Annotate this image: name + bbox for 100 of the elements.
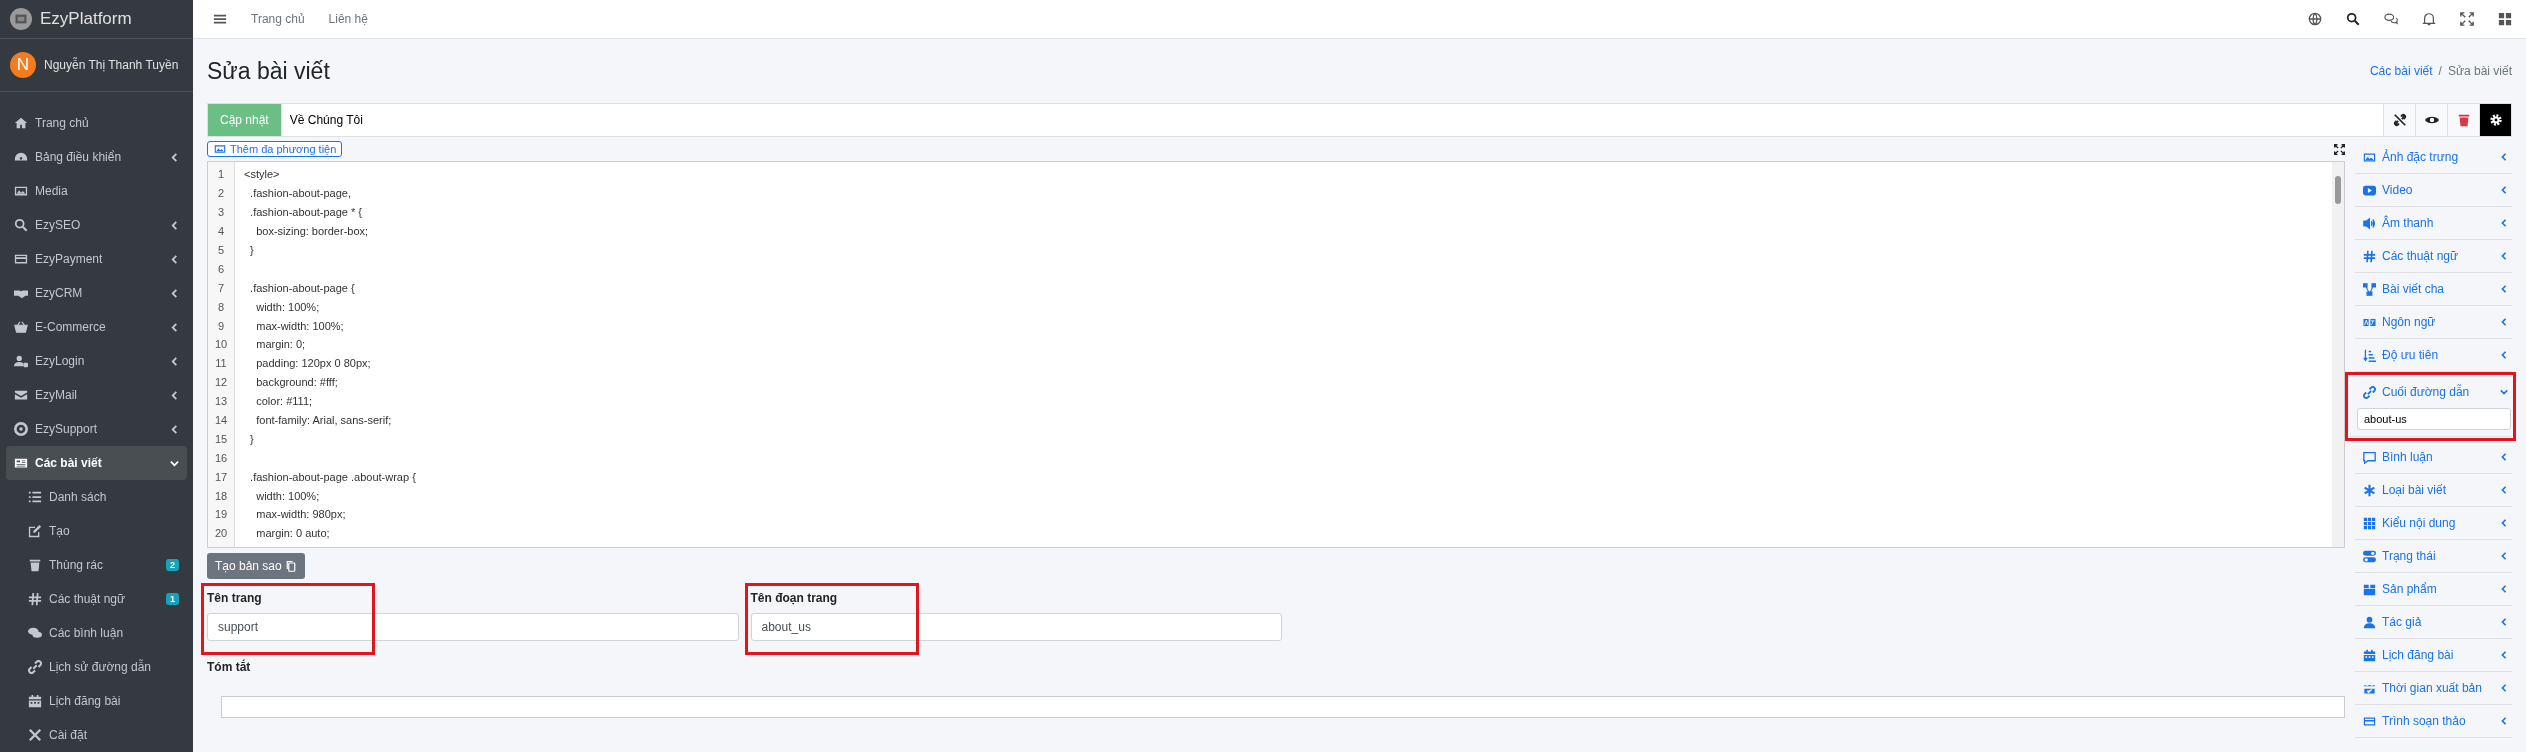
submenu-item[interactable]: Lịch sử đường dẫn [6, 650, 187, 684]
nav-link[interactable]: Liên hệ [328, 12, 368, 26]
text-field[interactable]: about_us [750, 613, 1282, 641]
credit-card-icon [14, 252, 28, 266]
globe-icon[interactable] [2308, 12, 2322, 26]
code-line: .fashion-about-page { [249, 281, 355, 294]
code-line: .fashion-about-page * { [249, 206, 363, 219]
line-number: 12 [213, 376, 229, 389]
bell-icon[interactable] [2422, 12, 2436, 26]
panel-section[interactable]: Tác giả [2355, 606, 2512, 638]
code-line: .fashion-about-page .about-wrap { [249, 470, 416, 483]
panel-section[interactable]: Các thuật ngữ [2355, 240, 2512, 272]
submenu-item[interactable]: Cài đặt [6, 718, 187, 752]
unlink-button[interactable] [2384, 103, 2416, 137]
credit-card-icon [2363, 714, 2376, 728]
text-field[interactable]: support [207, 613, 739, 641]
sidebar-item[interactable]: Trang chủ [6, 106, 187, 140]
image-icon [14, 184, 28, 198]
menu-icon[interactable] [213, 12, 227, 26]
panel-section[interactable]: Trình soạn thảo [2355, 705, 2512, 737]
code-line: <style> [243, 168, 280, 181]
panel-section[interactable]: Sản phẩm [2355, 573, 2512, 605]
submenu-item[interactable]: Thùng rác 2 [6, 548, 187, 582]
settings-button[interactable] [2480, 103, 2512, 137]
panel-section[interactable]: Kiểu nội dung [2355, 507, 2512, 539]
sidebar-item[interactable]: EzyPayment [6, 242, 187, 276]
toggle-icon [2363, 549, 2376, 563]
unlink-icon [2392, 113, 2407, 127]
calendar-check-icon [2363, 681, 2376, 695]
field-label: Tên đoạn trang [750, 591, 839, 605]
sidebar-item[interactable]: E-Commerce [6, 310, 187, 344]
panel-section[interactable]: Trạng thái [2355, 540, 2512, 572]
count-badge: 1 [166, 593, 179, 605]
comments-icon[interactable] [2384, 12, 2398, 26]
fullscreen-icon[interactable] [2334, 143, 2345, 155]
code-line: max-width: 100%; [255, 319, 344, 332]
home-icon [14, 116, 28, 130]
code-line: background: #fff; [255, 376, 338, 389]
line-number: 8 [216, 300, 226, 313]
field-label: Tóm tắt [207, 660, 251, 674]
code-line: .fashion-about-page, [249, 187, 352, 200]
code-line: padding: 120px 0 80px; [255, 357, 371, 370]
calendar-icon [2363, 648, 2376, 662]
panel-section[interactable]: Độ ưu tiên [2355, 339, 2512, 371]
hash-icon [2363, 249, 2376, 263]
search-icon[interactable] [2346, 12, 2360, 26]
submenu-item[interactable]: Các bình luận [6, 616, 187, 650]
sidebar-item[interactable]: EzyLogin [6, 344, 187, 378]
panel-section[interactable]: Video [2355, 174, 2512, 206]
panel-section[interactable]: Lịch đăng bài [2355, 639, 2512, 671]
breadcrumb-separator: / [2438, 64, 2442, 78]
title-field[interactable]: Về Chúng Tôi [281, 103, 2384, 137]
sidebar-item[interactable]: Media [6, 174, 187, 208]
panel-section[interactable]: Bài viết cha [2355, 273, 2512, 305]
field-label: Tên trang [207, 591, 263, 605]
submenu-item[interactable]: Lịch đăng bài [6, 684, 187, 718]
line-number: 1 [216, 168, 226, 181]
breadcrumb-link[interactable]: Các bài viết [2369, 64, 2433, 78]
gauge-icon [14, 150, 28, 164]
sidebar-item[interactable]: Bảng điều khiển [6, 140, 187, 174]
panel-section[interactable]: Loại bài viết [2355, 474, 2512, 506]
code-line: width: 100%; [255, 489, 320, 502]
submenu-item[interactable]: Danh sách [6, 480, 187, 514]
submenu-item[interactable]: Các thuật ngữ 1 [6, 582, 187, 616]
add-media-button[interactable]: Thêm đa phương tiện [207, 141, 343, 157]
line-number: 11 [214, 357, 228, 370]
user-icon [2363, 615, 2376, 629]
panel-section[interactable]: Thời gian xuất bản [2355, 672, 2512, 704]
logo-icon [10, 8, 32, 30]
submenu-item[interactable]: Tạo [6, 514, 187, 548]
link-icon [28, 660, 42, 674]
sidebar-item[interactable]: EzyCRM [6, 276, 187, 310]
grid-icon[interactable] [2498, 12, 2512, 26]
panel-section[interactable]: Âm thanh [2355, 207, 2512, 239]
preview-button[interactable] [2416, 103, 2448, 137]
nav-link[interactable]: Trang chủ [251, 12, 305, 26]
sidebar-item[interactable]: EzySEO [6, 208, 187, 242]
panel-section[interactable]: Bình luận [2355, 441, 2512, 473]
panel-section[interactable]: Cuối đường dẫn [2355, 376, 2512, 408]
slug-field[interactable]: about-us [2357, 408, 2511, 430]
delete-button[interactable] [2448, 103, 2480, 137]
list-icon [28, 490, 42, 504]
code-line: margin: 0 auto; [255, 527, 330, 540]
basket-icon [14, 320, 28, 334]
scrollbar[interactable] [2332, 162, 2344, 547]
user-name[interactable]: Nguyễn Thị Thanh Tuyền [44, 58, 179, 72]
trash-icon [2456, 113, 2471, 127]
line-number: 13 [213, 395, 229, 408]
brand-name: EzyPlatform [40, 9, 132, 29]
page-title: Sửa bài viết [207, 57, 331, 85]
sidebar-item[interactable]: EzyMail [6, 378, 187, 412]
code-line: } [249, 244, 254, 256]
sidebar-item[interactable]: Các bài viết [6, 446, 187, 480]
line-number: 20 [213, 527, 229, 540]
panel-section[interactable]: Ngôn ngữ [2355, 306, 2512, 338]
line-number: 7 [216, 281, 226, 294]
sidebar-item[interactable]: EzySupport [6, 412, 187, 446]
fullscreen-icon[interactable] [2460, 12, 2474, 26]
duplicate-button[interactable]: Tạo bản sao [207, 553, 305, 579]
panel-section[interactable]: Ảnh đặc trưng [2355, 141, 2512, 173]
